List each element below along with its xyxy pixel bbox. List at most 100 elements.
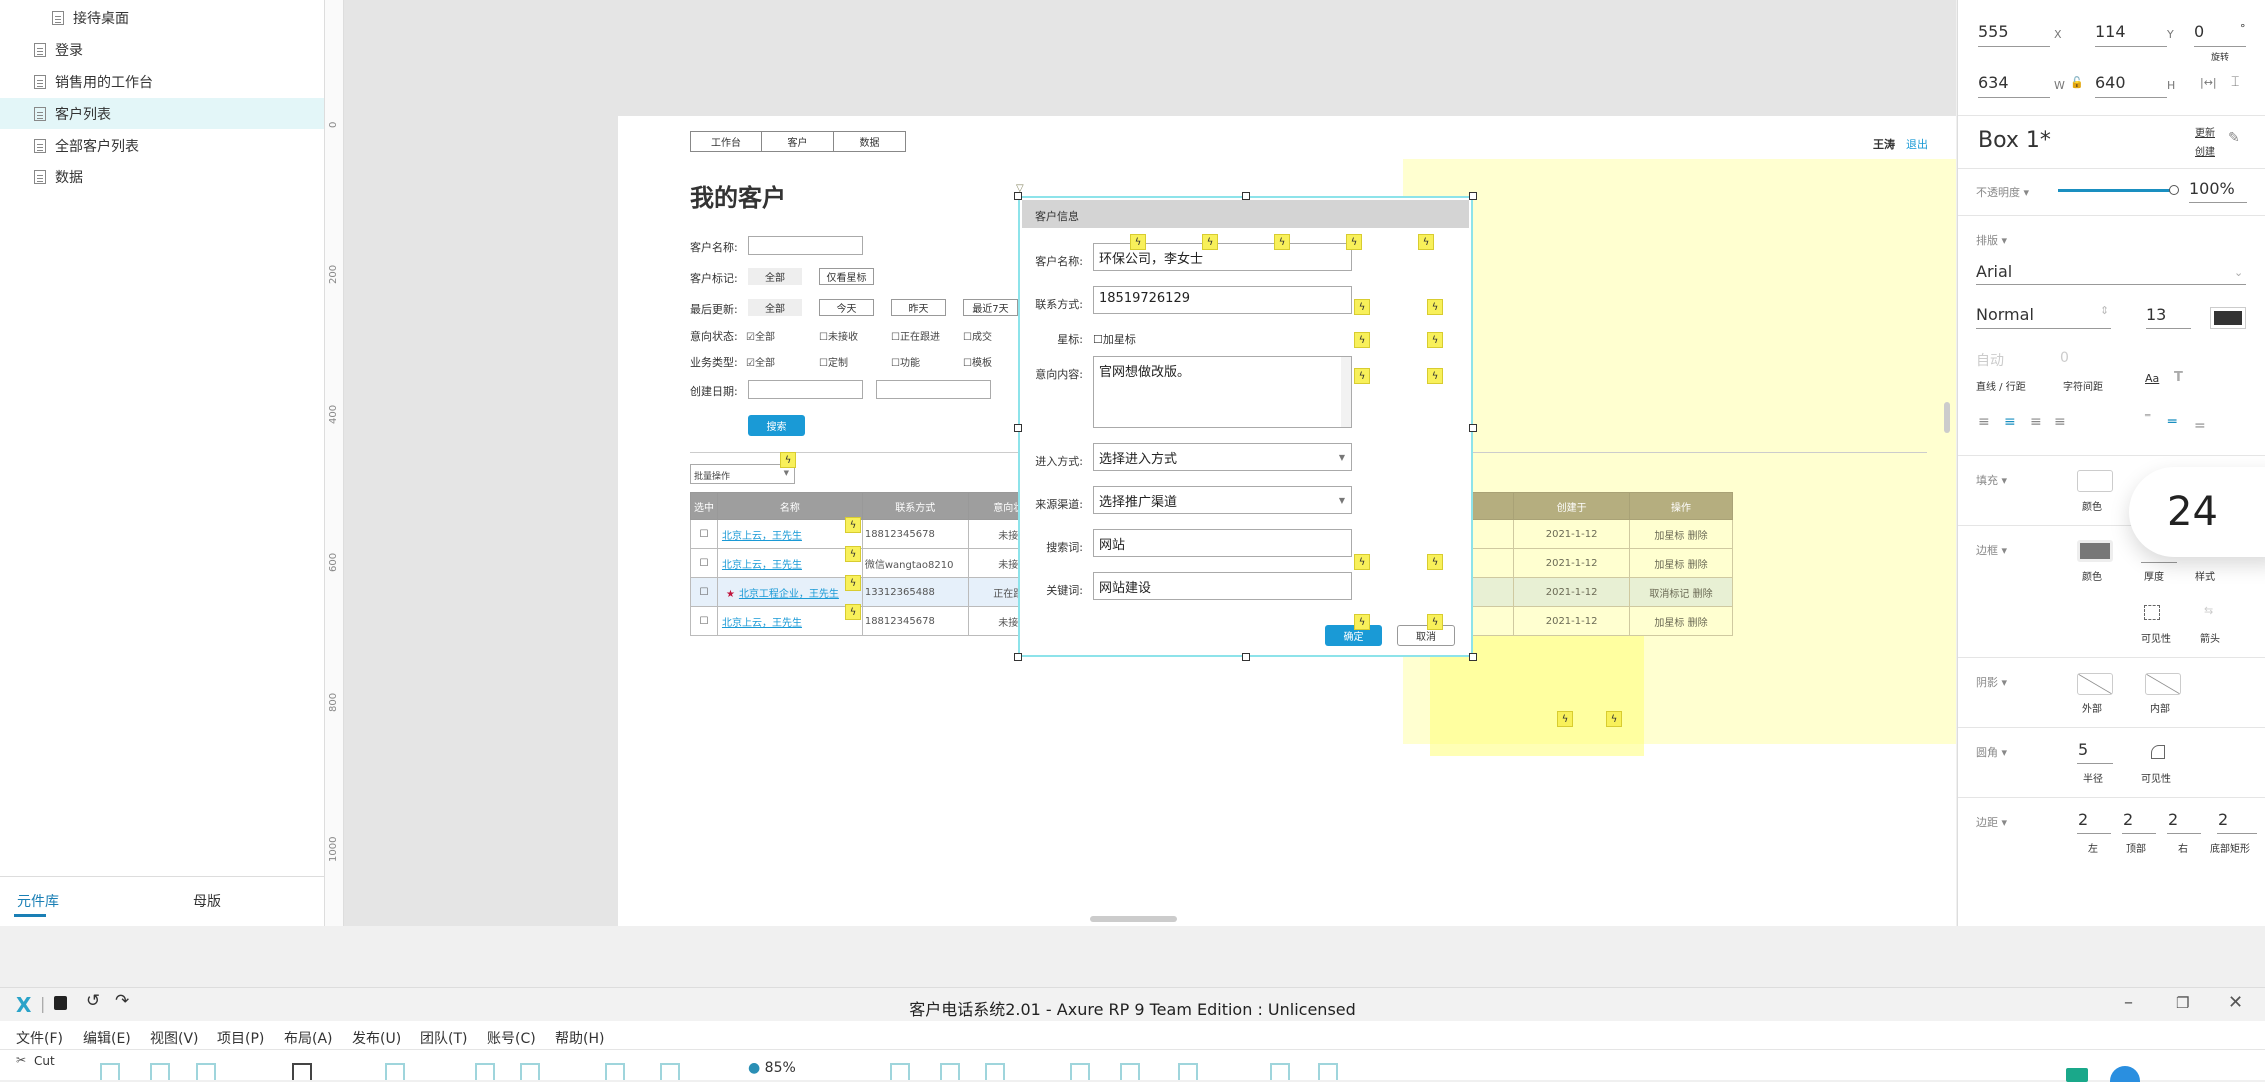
resize-handle[interactable] [1469, 192, 1477, 200]
valign-middle-icon[interactable]: ═ [2168, 414, 2176, 430]
arrow-icon[interactable]: ⇆ [2204, 604, 2213, 617]
intent-checkbox[interactable]: ☐成交 [963, 328, 992, 343]
cancel-button[interactable]: 取消 [1397, 625, 1455, 646]
opacity-slider[interactable] [2058, 189, 2172, 192]
mark-all-button[interactable]: 全部 [748, 268, 802, 285]
resize-handle[interactable] [1014, 653, 1022, 661]
fill-color-swatch[interactable] [2077, 470, 2113, 492]
align-bottom-tool-icon[interactable] [1178, 1063, 1198, 1080]
menu-account[interactable]: 账号(C) [487, 1028, 536, 1048]
dialog-entry-select[interactable]: 选择进入方式 ▼ [1093, 443, 1352, 471]
menu-team[interactable]: 团队(T) [420, 1028, 467, 1048]
font-size-field[interactable]: 13 [2146, 305, 2166, 324]
char-spacing-field[interactable]: 0 [2060, 350, 2069, 366]
biz-checkbox[interactable]: ☐功能 [891, 354, 920, 369]
font-weight-select[interactable]: Normal [1976, 305, 2034, 324]
align-top-tool-icon[interactable] [1070, 1063, 1090, 1080]
group-icon[interactable] [100, 1063, 120, 1080]
intent-checkbox[interactable]: ☐未接收 [819, 328, 858, 343]
restore-icon[interactable]: ❐ [2176, 994, 2189, 1012]
align-left-tool-icon[interactable] [890, 1063, 910, 1080]
text-color-swatch[interactable] [2210, 307, 2246, 329]
search-button[interactable]: 搜索 [748, 415, 805, 436]
valign-bottom-icon[interactable]: = [2194, 418, 2206, 434]
inner-shadow-icon[interactable] [2145, 673, 2181, 695]
close-icon[interactable]: ✕ [2228, 992, 2243, 1013]
star-action-link[interactable]: 加星标 [1654, 618, 1684, 629]
distribute-h-icon[interactable] [1270, 1063, 1290, 1080]
align-right-icon[interactable]: ≡ [2030, 414, 2042, 430]
biz-checkbox[interactable]: ☑全部 [746, 354, 775, 369]
scrollbar[interactable] [1341, 357, 1351, 427]
delete-link[interactable]: 删除 [1688, 531, 1708, 542]
page-item[interactable]: 登录 [0, 34, 324, 65]
widget-name[interactable]: Box 1* [1978, 128, 2051, 153]
mark-star-button[interactable]: 仅看星标 [819, 268, 874, 285]
update-today-button[interactable]: 今天 [819, 299, 874, 316]
resize-handle[interactable] [1469, 653, 1477, 661]
date-start-input[interactable] [748, 380, 863, 399]
update-7days-button[interactable]: 最近7天 [963, 299, 1018, 316]
intent-checkbox[interactable]: ☐正在跟进 [891, 328, 940, 343]
connect-icon[interactable] [196, 1063, 216, 1080]
opacity-field[interactable]: 100% [2189, 179, 2235, 198]
y-field[interactable]: 114 [2095, 22, 2126, 41]
date-end-input[interactable] [876, 380, 991, 399]
lock-icon[interactable]: 🔓 [2070, 76, 2084, 89]
menu-publish[interactable]: 发布(U) [352, 1028, 401, 1048]
nav-tab-workbench[interactable]: 工作台 [690, 131, 762, 152]
menu-arrange[interactable]: 布局(A) [284, 1028, 333, 1048]
page-item[interactable]: 销售用的工作台 [0, 66, 324, 97]
padding-right-field[interactable]: 2 [2168, 810, 2178, 829]
star-checkbox[interactable]: ☐加星标 [1093, 331, 1136, 347]
nav-tab-customers[interactable]: 客户 [761, 131, 834, 152]
create-style-link[interactable]: 创建 [2195, 143, 2215, 158]
vertical-scrollbar[interactable] [1944, 402, 1950, 433]
menu-help[interactable]: 帮助(H) [555, 1028, 604, 1048]
biz-checkbox[interactable]: ☐定制 [819, 354, 848, 369]
dialog-keyword-input[interactable]: 网站建设 [1093, 572, 1352, 600]
dialog-search-input[interactable]: 网站 [1093, 529, 1352, 557]
ungroup-icon[interactable] [150, 1063, 170, 1080]
padding-left-field[interactable]: 2 [2078, 810, 2088, 829]
front-icon[interactable] [475, 1063, 495, 1080]
row-checkbox[interactable]: ☐ [690, 548, 718, 578]
update-yesterday-button[interactable]: 昨天 [891, 299, 946, 316]
customer-name-link[interactable]: 北京上云，王先生 [722, 618, 802, 629]
tab-libraries[interactable]: 元件库 [17, 891, 59, 911]
tab-masters[interactable]: 母版 [193, 891, 221, 911]
resize-handle[interactable] [1469, 424, 1477, 432]
cut-button[interactable]: Cut [34, 1054, 55, 1068]
star-action-link[interactable]: 取消标记 [1649, 589, 1689, 600]
insert-icon[interactable] [292, 1063, 312, 1080]
update-style-link[interactable]: 更新 [2195, 124, 2215, 139]
align-left-icon[interactable]: ≡ [1978, 414, 1990, 430]
valign-top-icon[interactable]: ⁼ [2144, 410, 2151, 426]
edit-style-icon[interactable]: ✎ [2228, 130, 2240, 146]
border-visibility-icon[interactable] [2144, 605, 2160, 620]
width-field[interactable]: 634 [1978, 73, 2009, 92]
customer-name-link[interactable]: 北京上云，王先生 [722, 531, 802, 542]
fit-height-icon[interactable]: ⌶ [2231, 74, 2239, 90]
rotation-field[interactable]: 0 [2194, 22, 2204, 41]
menu-view[interactable]: 视图(V) [150, 1028, 199, 1048]
resize-handle[interactable] [1242, 192, 1250, 200]
row-checkbox[interactable]: ☐ [690, 606, 718, 636]
resize-handle[interactable] [1014, 424, 1022, 432]
row-checkbox[interactable]: ☐ [690, 577, 718, 607]
menu-project[interactable]: 项目(P) [217, 1028, 264, 1048]
delete-link[interactable]: 删除 [1688, 618, 1708, 629]
intent-checkbox[interactable]: ☑全部 [746, 328, 775, 343]
outer-shadow-icon[interactable] [2077, 673, 2113, 695]
customer-name-input[interactable] [748, 236, 863, 255]
padding-bottom-field[interactable]: 2 [2218, 810, 2228, 829]
padding-top-field[interactable]: 2 [2123, 810, 2133, 829]
zoom-select[interactable]: ● 85% [748, 1060, 796, 1076]
customer-name-link[interactable]: 北京上云，王先生 [722, 560, 802, 571]
minimize-icon[interactable]: – [2124, 992, 2133, 1013]
logout-link[interactable]: 退出 [1906, 136, 1928, 152]
radius-field[interactable]: 5 [2078, 740, 2088, 759]
delete-link[interactable]: 删除 [1688, 560, 1708, 571]
x-field[interactable]: 555 [1978, 22, 2009, 41]
customer-name-link[interactable]: 北京工程企业，王先生 [739, 589, 839, 600]
